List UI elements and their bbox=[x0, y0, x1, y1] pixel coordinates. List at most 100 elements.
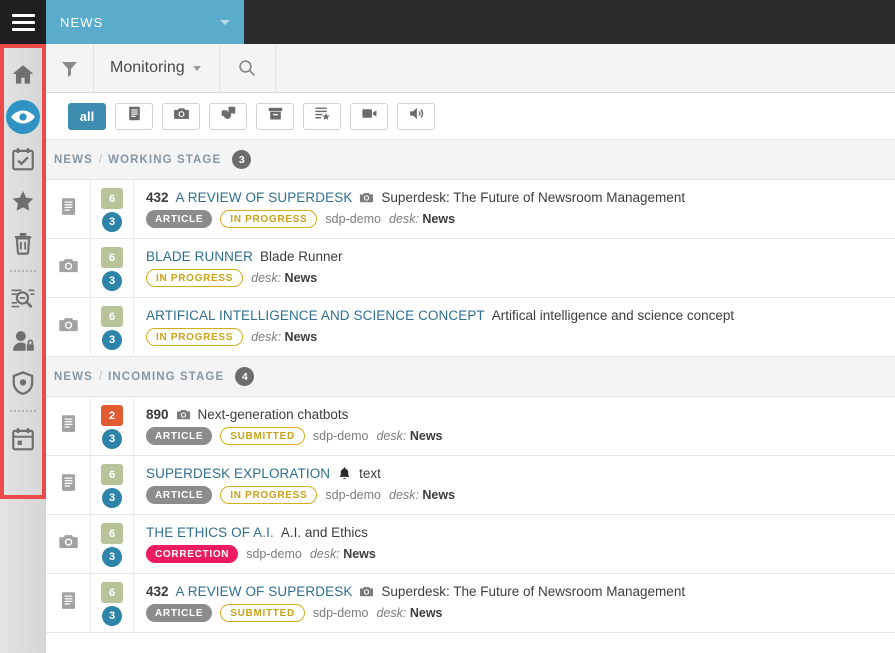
item-type-badge: ARTICLE bbox=[146, 604, 213, 622]
item-meta-line: IN PROGRESS desk: News bbox=[146, 328, 895, 346]
sidebar-item-highlights[interactable] bbox=[0, 180, 46, 222]
item-state-badge: SUBMITTED bbox=[220, 604, 305, 622]
item-headline: Superdesk: The Future of Newsroom Manage… bbox=[381, 584, 686, 599]
sidebar-item-security[interactable] bbox=[0, 362, 46, 404]
filter-picture[interactable] bbox=[162, 102, 200, 130]
list-item[interactable]: 6 3 432 A REVIEW OF SUPERDESK Superdesk: The… bbox=[46, 180, 895, 239]
text-document-icon bbox=[58, 196, 79, 222]
camera-icon bbox=[359, 584, 374, 599]
item-urgency-badge: 6 bbox=[101, 582, 123, 603]
list-item[interactable]: 6 3 432 A REVIEW OF SUPERDESK Superdesk: The… bbox=[46, 574, 895, 633]
item-type-icon-cell bbox=[46, 574, 91, 632]
item-meta-line: ARTICLE IN PROGRESS sdp-demo desk: News bbox=[146, 210, 895, 228]
stage-item-count: 4 bbox=[235, 367, 255, 386]
camera-icon bbox=[176, 407, 191, 422]
item-priority-badge: 3 bbox=[102, 429, 122, 449]
item-desk-label: desk: bbox=[389, 488, 419, 502]
item-provider: sdp-demo bbox=[325, 212, 381, 226]
hamburger-bar bbox=[11, 20, 35, 24]
desk-selector-tab[interactable]: NEWS bbox=[46, 0, 244, 44]
item-type-icon-cell bbox=[46, 515, 91, 573]
text-document-icon bbox=[126, 105, 143, 127]
item-headline: Blade Runner bbox=[259, 249, 343, 264]
monitoring-view-dropdown[interactable]: Monitoring bbox=[94, 44, 220, 92]
item-desk-value: News bbox=[284, 330, 318, 344]
stage-header[interactable]: NEWS / INCOMING STAGE 4 bbox=[46, 357, 895, 397]
sidebar-item-privileges[interactable] bbox=[0, 320, 46, 362]
filter-text[interactable] bbox=[115, 102, 153, 130]
item-title-line: ARTIFICAL INTELLIGENCE AND SCIENCE CONCE… bbox=[146, 308, 895, 323]
left-sidebar bbox=[0, 44, 46, 653]
item-provider: sdp-demo bbox=[325, 488, 381, 502]
item-priority-badge: 3 bbox=[102, 547, 122, 567]
list-item[interactable]: 6 3 ARTIFICAL INTELLIGENCE AND SCIENCE CON… bbox=[46, 298, 895, 357]
item-badge-cell: 63 bbox=[91, 456, 134, 514]
list-item[interactable]: 6 3 THE ETHICS OF A.I. A.I. and Ethics CORRE… bbox=[46, 515, 895, 574]
item-title-line: 890 Next-generation chatbots bbox=[146, 407, 895, 422]
search-icon[interactable] bbox=[220, 44, 276, 92]
camera-icon bbox=[58, 531, 79, 557]
desk-tab-label: NEWS bbox=[60, 14, 104, 30]
filter-archive[interactable] bbox=[256, 102, 294, 130]
item-slugline: ARTIFICAL INTELLIGENCE AND SCIENCE CONCE… bbox=[146, 308, 485, 323]
filter-graphic[interactable] bbox=[209, 102, 247, 130]
item-headline: Next-generation chatbots bbox=[197, 407, 349, 422]
item-headline: Artifical intelligence and science conce… bbox=[491, 308, 735, 323]
item-badge-cell: 63 bbox=[91, 515, 134, 573]
sidebar-icon-list bbox=[0, 44, 46, 460]
item-badge-cell: 63 bbox=[91, 298, 134, 356]
bell-icon bbox=[337, 466, 352, 481]
item-priority-badge: 3 bbox=[102, 488, 122, 508]
shield-icon bbox=[10, 370, 36, 396]
item-number: 890 bbox=[146, 407, 169, 422]
sidebar-item-search[interactable] bbox=[0, 278, 46, 320]
composite-icon bbox=[314, 105, 331, 127]
item-state-badge: IN PROGRESS bbox=[220, 486, 318, 504]
sidebar-divider bbox=[0, 404, 46, 418]
item-desk-info: desk: News bbox=[310, 547, 376, 561]
item-desk-value: News bbox=[409, 429, 443, 443]
toolbar-title: Monitoring bbox=[110, 59, 185, 76]
item-urgency-badge: 6 bbox=[101, 523, 123, 544]
sidebar-item-tasks[interactable] bbox=[0, 138, 46, 180]
item-meta-line: CORRECTION sdp-demo desk: News bbox=[146, 545, 895, 563]
item-desk-info: desk: News bbox=[251, 330, 317, 344]
camera-icon bbox=[58, 314, 79, 340]
item-desk-label: desk: bbox=[389, 212, 419, 226]
item-title-line: SUPERDESK EXPLORATION text bbox=[146, 466, 895, 481]
item-state-badge: CORRECTION bbox=[146, 545, 239, 563]
filter-composite[interactable] bbox=[303, 102, 341, 130]
sidebar-item-spike[interactable] bbox=[0, 222, 46, 264]
item-desk-label: desk: bbox=[376, 429, 407, 443]
item-priority-badge: 3 bbox=[102, 606, 122, 626]
item-type-icon-cell bbox=[46, 180, 91, 238]
filter-all[interactable]: all bbox=[68, 102, 106, 130]
monitoring-toolbar: Monitoring bbox=[46, 44, 895, 93]
item-urgency-badge: 2 bbox=[101, 405, 123, 426]
home-icon bbox=[10, 62, 36, 88]
filter-funnel-icon[interactable] bbox=[46, 44, 94, 92]
item-urgency-badge: 6 bbox=[101, 247, 123, 268]
list-item[interactable]: 6 3 SUPERDESK EXPLORATION text ARTICLE IN PRO… bbox=[46, 456, 895, 515]
chip-label: all bbox=[79, 108, 95, 124]
list-item[interactable]: 2 3 890 Next-generation chatbots ARTICLE SUBM… bbox=[46, 397, 895, 456]
sidebar-item-monitoring[interactable] bbox=[0, 96, 46, 138]
item-slugline: A REVIEW OF SUPERDESK bbox=[175, 190, 353, 205]
list-item[interactable]: 6 3 BLADE RUNNER Blade Runner IN PROGRESS des… bbox=[46, 239, 895, 298]
hamburger-menu-icon[interactable] bbox=[0, 0, 46, 44]
sidebar-item-home[interactable] bbox=[0, 54, 46, 96]
item-type-icon-cell bbox=[46, 456, 91, 514]
item-headline: A.I. and Ethics bbox=[280, 525, 368, 540]
item-desk-label: desk: bbox=[251, 330, 282, 344]
sidebar-item-planning[interactable] bbox=[0, 418, 46, 460]
filter-video[interactable] bbox=[350, 102, 388, 130]
item-priority-badge: 3 bbox=[102, 330, 122, 350]
item-state-badge: SUBMITTED bbox=[220, 427, 305, 445]
monitoring-item-list: NEWS / WORKING STAGE 3 6 3 432 A REVIEW OF SUPE… bbox=[46, 140, 895, 653]
stage-header[interactable]: NEWS / WORKING STAGE 3 bbox=[46, 140, 895, 180]
camera-icon bbox=[359, 190, 374, 205]
item-badge-cell: 23 bbox=[91, 397, 134, 455]
stage-desk-name: NEWS bbox=[54, 153, 93, 166]
item-provider: sdp-demo bbox=[312, 429, 369, 443]
filter-audio[interactable] bbox=[397, 102, 435, 130]
